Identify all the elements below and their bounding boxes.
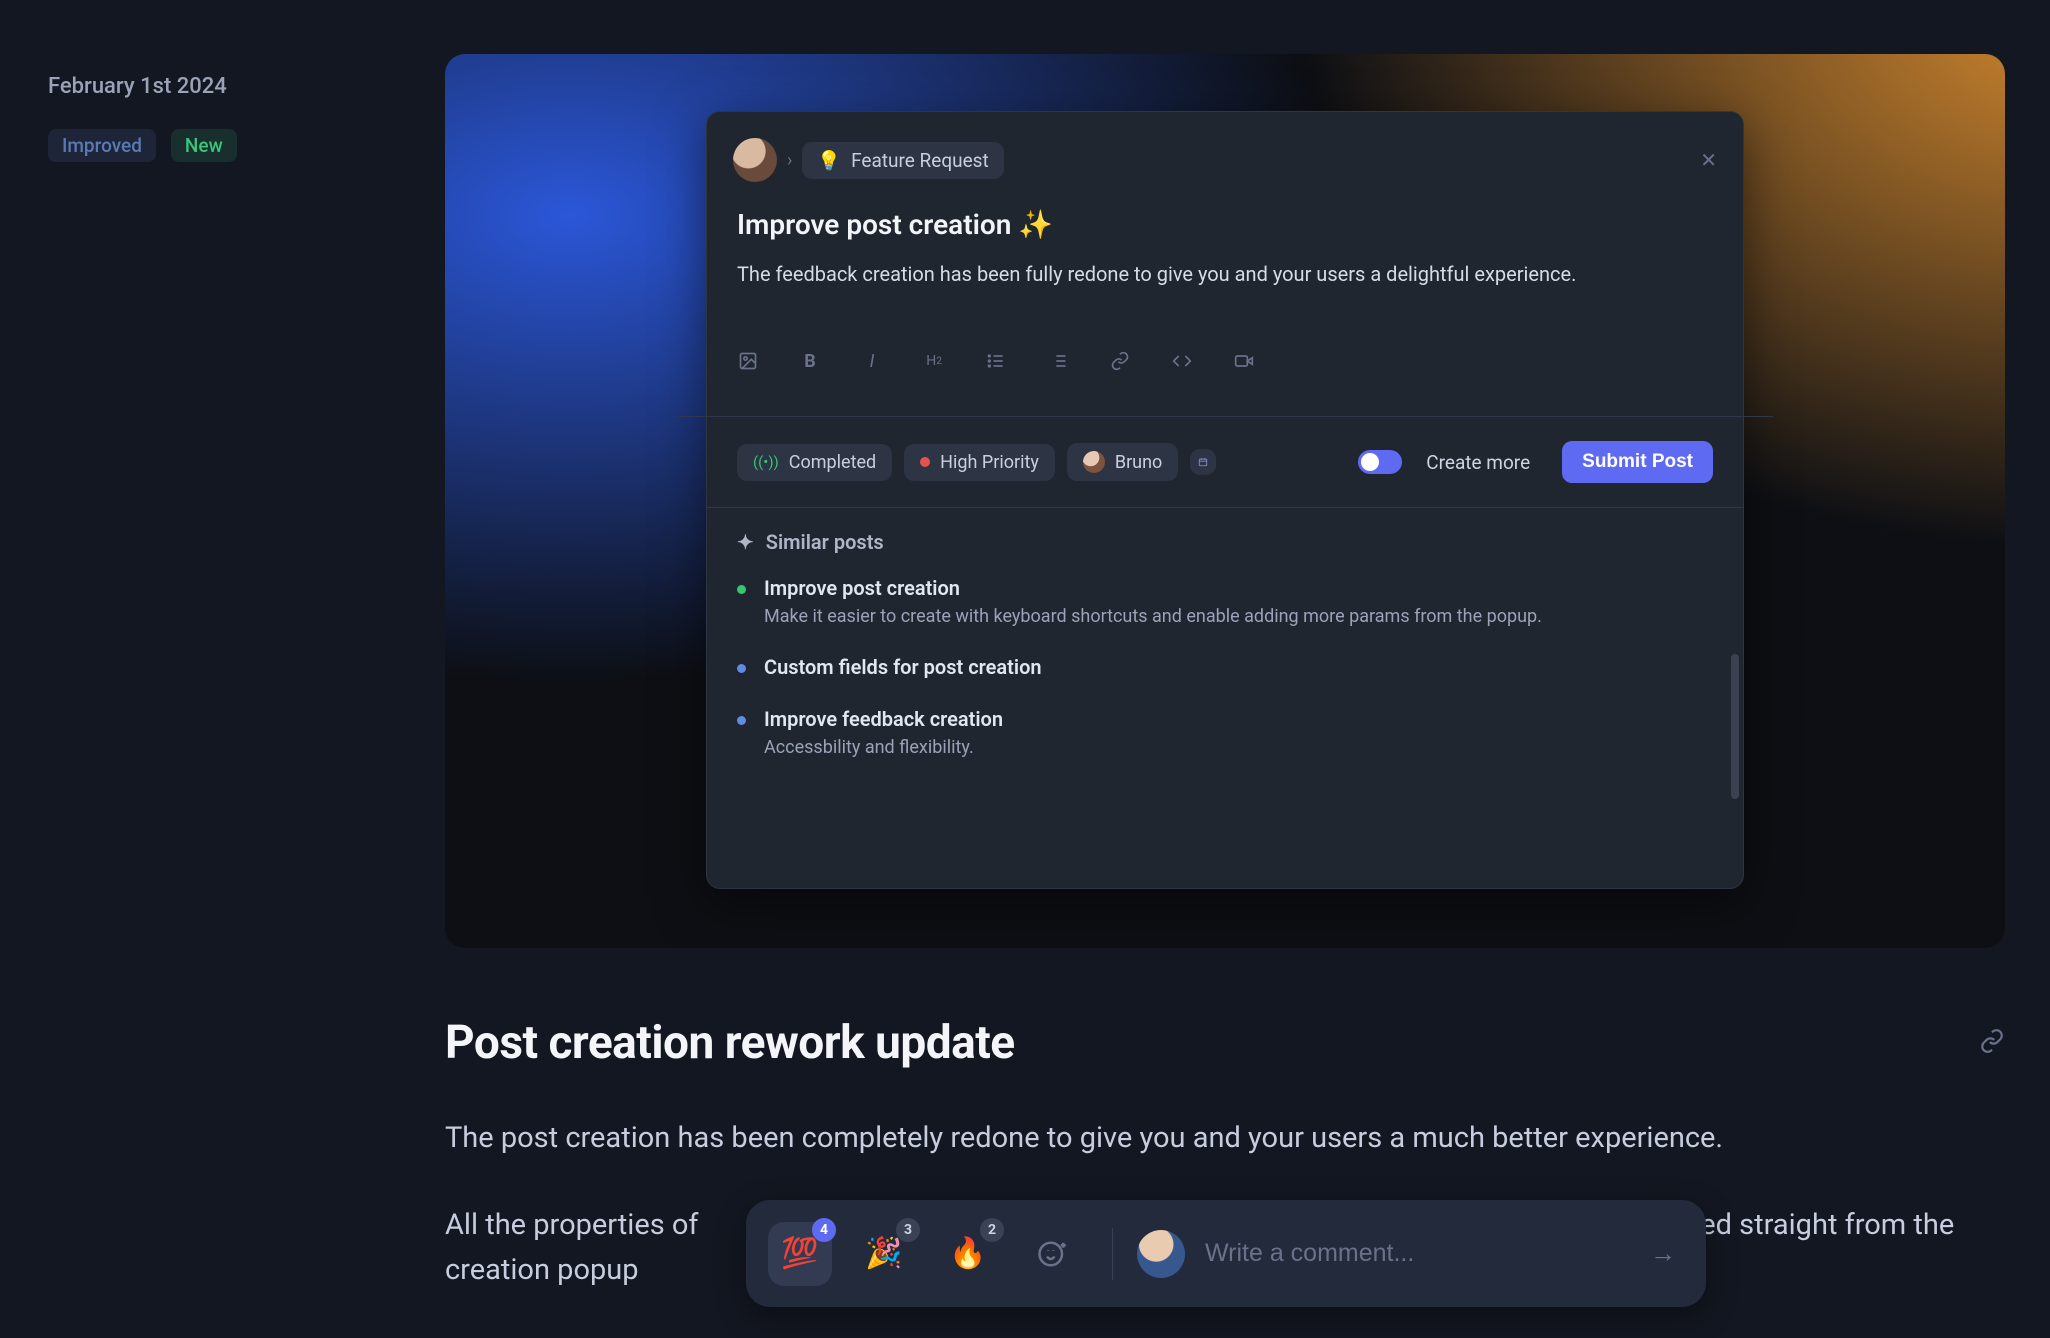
submit-post-button[interactable]: Submit Post (1562, 441, 1713, 483)
create-more-label: Create more (1426, 451, 1530, 474)
calendar-button[interactable] (1190, 449, 1216, 475)
status-dot-icon (737, 716, 746, 725)
similar-heading: Similar posts (766, 530, 884, 554)
reaction-count: 4 (812, 1218, 836, 1242)
breadcrumb-label: Feature Request (851, 149, 989, 172)
modal-title: Improve post creation ✨ (737, 208, 1713, 241)
editor-toolbar: B I H2 (737, 350, 1713, 394)
lightbulb-icon: 💡 (817, 149, 841, 172)
party-icon: 🎉 (865, 1236, 902, 1271)
image-icon[interactable] (737, 350, 759, 372)
post-create-modal: › 💡 Feature Request ✕ Improve post creat… (706, 111, 1744, 889)
permalink-icon[interactable] (1979, 1028, 2005, 1058)
create-more-toggle[interactable] (1358, 450, 1402, 474)
breadcrumb-pill[interactable]: 💡 Feature Request (802, 142, 1003, 179)
status-dot-icon (737, 585, 746, 594)
similar-post-title: Custom fields for post creation (764, 655, 1042, 679)
broadcast-icon: ((•)) (753, 453, 779, 471)
article-paragraph: The post creation has been completely re… (445, 1116, 2005, 1161)
comment-input[interactable] (1203, 1238, 1642, 1269)
tag-new: New (171, 129, 237, 162)
numbered-list-icon[interactable] (1047, 350, 1069, 372)
link-icon[interactable] (1109, 350, 1131, 372)
tag-improved: Improved (48, 129, 156, 162)
hundred-icon: 💯 (781, 1236, 818, 1271)
sparkles-icon: ✦ (737, 530, 754, 554)
reaction-100[interactable]: 💯 4 (768, 1222, 832, 1286)
italic-icon[interactable]: I (861, 350, 883, 372)
author-avatar[interactable] (733, 138, 777, 182)
add-reaction-button[interactable] (1020, 1222, 1084, 1286)
chevron-right-icon: › (787, 150, 792, 171)
fire-icon: 🔥 (949, 1236, 986, 1271)
modal-description: The feedback creation has been fully red… (737, 259, 1657, 290)
assignee-avatar-icon (1083, 451, 1105, 473)
divider (1112, 1228, 1113, 1280)
similar-post-title: Improve post creation (764, 576, 1542, 600)
scrollbar-thumb[interactable] (1731, 654, 1739, 799)
similar-post-desc: Make it easier to create with keyboard s… (764, 606, 1542, 627)
reaction-comment-bar: 💯 4 🎉 3 🔥 2 → (746, 1200, 1706, 1307)
post-date: February 1st 2024 (48, 74, 237, 99)
status-pill[interactable]: ((•)) Completed (737, 444, 892, 481)
hero-image: › 💡 Feature Request ✕ Improve post creat… (445, 54, 2005, 948)
status-label: Completed (789, 452, 876, 473)
video-icon[interactable] (1233, 350, 1255, 372)
heading-icon[interactable]: H2 (923, 350, 945, 372)
assignee-label: Bruno (1115, 452, 1162, 473)
reaction-party[interactable]: 🎉 3 (852, 1222, 916, 1286)
bold-icon[interactable]: B (799, 350, 821, 372)
similar-post-item[interactable]: Improve feedback creation Accessbility a… (737, 707, 1713, 758)
status-dot-icon (737, 664, 746, 673)
similar-post-item[interactable]: Improve post creation Make it easier to … (737, 576, 1713, 627)
send-comment-button[interactable]: → (1642, 1230, 1684, 1277)
comment-avatar (1137, 1230, 1185, 1278)
similar-post-title: Improve feedback creation (764, 707, 1003, 731)
article-heading: Post creation rework update (445, 1016, 1015, 1070)
reaction-fire[interactable]: 🔥 2 (936, 1222, 1000, 1286)
reaction-count: 2 (980, 1218, 1004, 1242)
bullet-list-icon[interactable] (985, 350, 1007, 372)
priority-label: High Priority (940, 452, 1039, 473)
priority-pill[interactable]: High Priority (904, 444, 1055, 481)
reaction-count: 3 (896, 1218, 920, 1242)
code-icon[interactable] (1171, 350, 1193, 372)
priority-dot-icon (920, 457, 930, 467)
similar-post-desc: Accessbility and flexibility. (764, 737, 1003, 758)
assignee-pill[interactable]: Bruno (1067, 443, 1178, 481)
similar-post-item[interactable]: Custom fields for post creation (737, 655, 1713, 679)
close-icon[interactable]: ✕ (1700, 148, 1717, 172)
